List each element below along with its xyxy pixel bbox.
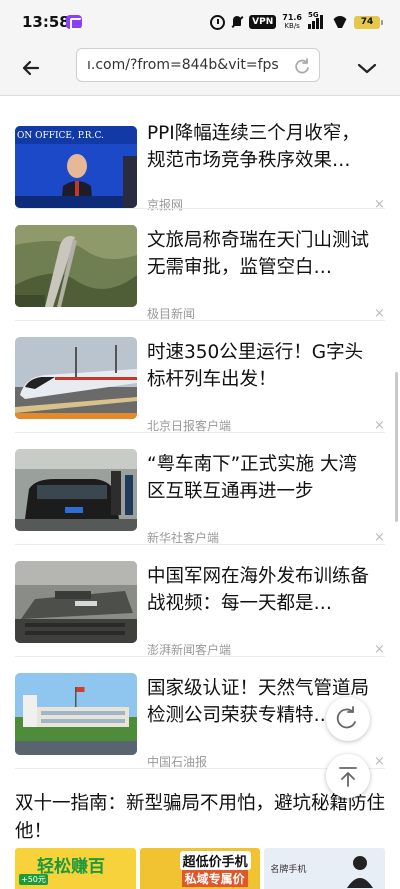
status-icons: VPN 71.6 KB/s 5G 74 [210,11,383,32]
cellular-signal-icon: 5G [308,11,326,29]
browser-toolbar: ı.com/?from=844b&vit=fps [0,44,400,96]
refresh-icon [336,706,356,729]
dismiss-icon[interactable]: × [374,531,385,544]
news-thumbnail[interactable] [15,449,137,531]
status-time: 13:58 [22,13,70,31]
back-button[interactable] [18,54,46,82]
ad-tile[interactable]: 轻松赚百 +50元 [15,848,136,889]
ad-tile[interactable]: 超低价手机 私域专属价 [139,848,261,889]
news-item[interactable]: 文旅局称奇瑞在天门山测试无需审批，监管空白… 极目新闻 × [0,209,400,321]
ad-text: 名牌手机 [270,865,307,875]
ad-text: 轻松赚百 [37,857,105,877]
network-speed-unit: KB/s [284,22,300,30]
alarm-icon [210,14,226,30]
ad-text: 超低价手机 [179,851,251,870]
news-title[interactable]: PPI降幅连续三个月收窄，规范市场竞争秩序效果… [147,120,375,174]
dismiss-icon[interactable]: × [374,419,385,432]
reload-icon[interactable] [293,57,311,75]
news-item[interactable]: ON OFFICE, P.R.C. PPI降幅连续三个月收窄，规范市场竞争秩序效… [0,110,400,212]
address-bar[interactable]: ı.com/?from=844b&vit=fps [76,48,320,82]
menu-dropdown-button[interactable] [354,54,380,82]
ad-banner-strip[interactable]: 轻松赚百 +50元 超低价手机 私域专属价 名牌手机 [15,848,385,889]
network-speed: 71.6 KB/s [282,13,302,31]
app-notification-icon [66,15,82,30]
news-title[interactable]: 中国军网在海外发布训练备战视频：每一天都是… [147,563,375,617]
news-thumbnail[interactable]: ON OFFICE, P.R.C. [15,126,137,208]
news-item[interactable]: 中国军网在海外发布训练备战视频：每一天都是… 澎湃新闻客户端 × [0,545,400,657]
vpn-badge: VPN [249,15,277,29]
news-thumbnail[interactable] [15,673,137,755]
military-parade-image [15,561,137,643]
back-to-top-button[interactable] [326,754,370,798]
status-bar: 13:58 VPN 71.6 KB/s 5G 74 [0,0,400,44]
ad-subtext: 私域专属价 [181,870,248,887]
high-speed-train-image [15,337,137,419]
news-thumbnail[interactable] [15,561,137,643]
back-arrow-icon [22,60,40,76]
news-item[interactable]: 时速350公里运行！G字头标杆列车出发！ 北京日报客户端 × [0,321,400,433]
chevron-down-icon [357,63,377,74]
mute-icon [231,15,243,29]
back-to-top-icon [339,767,357,787]
news-thumbnail[interactable] [15,225,137,307]
dismiss-icon[interactable]: × [374,643,385,656]
news-headline[interactable]: 双十一指南：新型骗局不用怕，避坑秘籍防住他！ [15,790,385,846]
thumb-caption: ON OFFICE, P.R.C. [17,131,104,141]
press-conference-image: ON OFFICE, P.R.C. [15,126,137,208]
battery-indicator: 74 [354,15,383,29]
url-text[interactable]: ı.com/?from=844b&vit=fps [87,57,299,73]
dismiss-icon[interactable]: × [374,307,385,320]
refresh-button[interactable] [326,697,370,741]
dismiss-icon[interactable]: × [374,755,385,768]
wifi-icon [332,16,348,28]
scrollbar-thumb[interactable] [395,372,398,522]
news-title[interactable]: “粤车南下”正式实施 大湾区互联互通再进一步 [147,451,375,505]
person-silhouette-icon [347,856,374,888]
office-building-image [15,673,137,755]
news-item[interactable]: “粤车南下”正式实施 大湾区互联互通再进一步 新华社客户端 × [0,433,400,545]
mountain-road-image [15,225,137,307]
news-title[interactable]: 文旅局称奇瑞在天门山测试无需审批，监管空白… [147,227,375,281]
car-checkpoint-image [15,449,137,531]
ad-badge: +50元 [19,874,48,885]
news-thumbnail[interactable] [15,337,137,419]
network-speed-value: 71.6 [282,13,302,22]
ad-tile[interactable]: 名牌手机 [264,848,385,889]
news-title[interactable]: 时速350公里运行！G字头标杆列车出发！ [147,339,375,393]
